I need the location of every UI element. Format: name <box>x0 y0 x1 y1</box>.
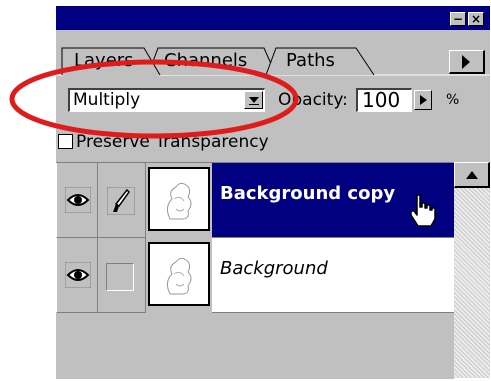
close-icon: × <box>470 12 482 26</box>
layer-name: Background <box>220 258 328 279</box>
tab-paths-label: Paths <box>286 50 335 71</box>
opacity-value: 100 <box>362 88 401 112</box>
layer-row-background[interactable]: Background <box>56 238 454 313</box>
opacity-input[interactable]: 100 <box>356 88 412 112</box>
tab-channels-label: Channels <box>164 50 248 71</box>
layer-name-cell[interactable]: Background <box>212 238 454 313</box>
layers-list: Background copy Background <box>56 162 454 379</box>
empty-brush-slot <box>106 263 134 291</box>
tab-layers[interactable]: Layers <box>66 48 156 74</box>
hand-cursor-icon <box>410 194 436 227</box>
tab-scroll-button[interactable] <box>449 50 485 74</box>
layer-thumbnail <box>148 167 210 231</box>
preserve-transparency-label: Preserve Transparency <box>76 132 269 152</box>
edit-toggle[interactable] <box>98 238 146 313</box>
dropdown-arrow-icon <box>249 97 259 105</box>
thumbnail-sketch <box>166 182 192 220</box>
layers-scrollbar[interactable] <box>454 162 490 378</box>
layer-name-cell[interactable]: Background copy <box>212 163 454 238</box>
blend-mode-value: Multiply <box>73 90 141 110</box>
opacity-slider-button[interactable] <box>414 90 432 110</box>
thumbnail-sketch <box>166 257 192 295</box>
layer-row-background-copy[interactable]: Background copy <box>56 163 454 238</box>
layer-thumbnail <box>148 242 210 306</box>
opacity-label: Opacity: <box>278 90 348 110</box>
eye-icon <box>65 187 91 213</box>
opacity-unit: % <box>446 92 460 108</box>
edit-toggle[interactable] <box>98 163 146 238</box>
layer-name: Background copy <box>220 183 396 204</box>
tab-paths[interactable]: Paths <box>278 48 368 74</box>
scroll-up-icon <box>466 171 478 179</box>
palette-titlebar[interactable]: − × <box>56 6 490 30</box>
visibility-toggle[interactable] <box>56 238 98 313</box>
tab-scroll-icon <box>462 55 470 69</box>
visibility-toggle[interactable] <box>56 163 98 238</box>
tab-channels[interactable]: Channels <box>156 48 272 74</box>
scroll-up-button[interactable] <box>454 162 490 188</box>
blend-mode-dropdown-button[interactable] <box>244 91 263 109</box>
brush-icon <box>107 187 135 215</box>
blend-mode-select[interactable]: Multiply <box>68 88 265 112</box>
tab-layers-label: Layers <box>74 50 134 71</box>
eye-icon <box>65 262 91 288</box>
preserve-transparency-checkbox[interactable] <box>58 134 73 149</box>
minimize-button[interactable]: − <box>450 12 466 26</box>
opacity-arrow-icon <box>420 95 427 105</box>
minimize-icon: − <box>452 12 464 26</box>
close-button[interactable]: × <box>468 12 484 26</box>
layers-palette: − × Layers Channels Paths Multiply Opaci… <box>56 6 490 379</box>
